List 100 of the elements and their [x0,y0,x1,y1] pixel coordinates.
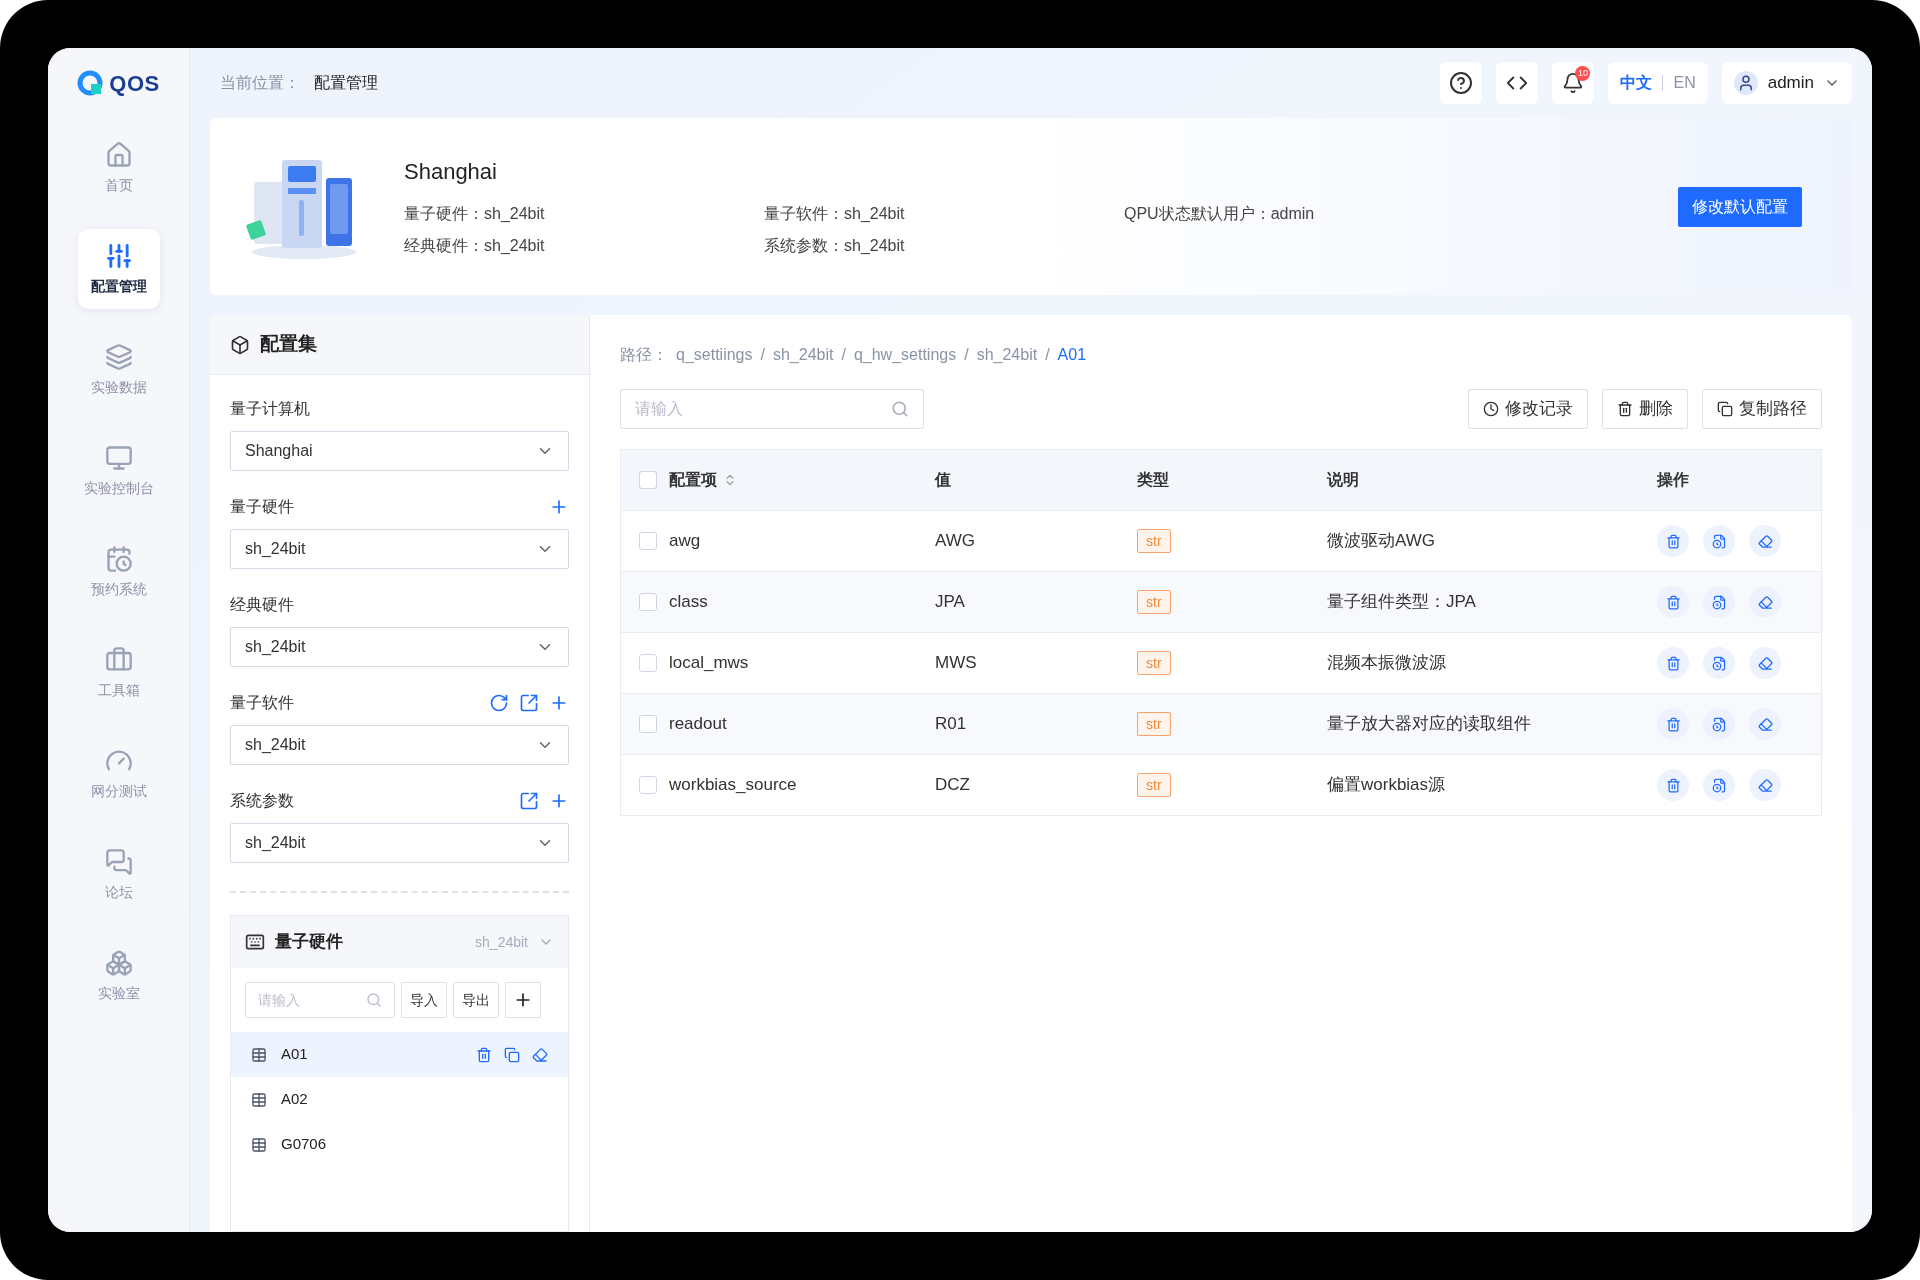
path-segment[interactable]: q_hw_settings [853,343,957,367]
edit-default-button[interactable]: 修改默认配置 [1678,186,1802,227]
language-option[interactable]: EN [1673,71,1696,95]
edit-button[interactable] [1749,708,1781,740]
sidebar-item[interactable]: 实验控制台 [77,431,160,511]
trash-icon[interactable] [476,1046,492,1063]
delete-button[interactable] [1657,708,1689,740]
language-option[interactable]: 中文 [1620,71,1653,95]
field-label: 系统参数 [230,791,294,811]
table-cell-text: JPA [935,591,966,614]
select-field[interactable]: sh_24bit [230,529,569,569]
delete-button[interactable] [1657,769,1689,801]
file-clock-icon [1711,594,1727,610]
eraser-icon [1757,533,1773,549]
select-field[interactable]: sh_24bit [230,823,569,863]
trash-icon [1665,716,1681,732]
table-cell-text: 微波驱动AWG [1327,530,1436,553]
path-separator: / [1045,345,1050,365]
column-header: 类型 [1137,470,1169,490]
search-icon [366,992,382,1008]
tree-item[interactable]: G0706 [231,1122,568,1167]
tree-version: sh_24bit [475,932,528,952]
table-cell-text: DCZ [935,774,971,797]
file-clock-icon [1711,655,1727,671]
checkbox[interactable] [639,776,657,794]
sidebar-item[interactable]: 实验室 [77,936,160,1016]
select-field[interactable]: sh_24bit [230,627,569,667]
summary-field: 量子硬件：sh_24bit [404,202,764,226]
edit-button[interactable] [1749,769,1781,801]
tree-item[interactable]: A02 [231,1077,568,1122]
edit-icon[interactable] [532,1046,548,1063]
file-clock-icon [1711,716,1727,732]
search-icon [891,400,909,418]
refresh-icon[interactable] [489,693,509,713]
external-link-icon[interactable] [519,693,539,713]
help-button[interactable] [1440,62,1483,104]
history-button[interactable] [1703,769,1735,801]
checkbox[interactable] [639,715,657,733]
table-cell-text: awg [669,530,701,553]
file-clock-icon [1711,533,1727,549]
logo-icon [77,70,104,96]
delete-button[interactable] [1657,647,1689,679]
table-cell-text: 量子组件类型：JPA [1327,591,1477,614]
notification-button[interactable]: 10 [1552,62,1595,104]
sidebar-item[interactable]: 配置管理 [77,229,160,309]
external-link-icon[interactable] [519,791,539,811]
eraser-icon [1757,716,1773,732]
path-segment[interactable]: sh_24bit [976,343,1038,367]
user-menu[interactable]: admin [1721,62,1852,104]
checkbox[interactable] [639,593,657,611]
eraser-icon [1757,777,1773,793]
summary-field: 经典硬件：sh_24bit [404,234,764,258]
cube-icon [230,334,250,355]
tree-action-button[interactable]: 导入 [401,982,447,1018]
column-header: 值 [935,470,951,490]
select-field[interactable]: Shanghai [230,431,569,471]
avatar-icon [1733,71,1758,95]
checkbox[interactable] [639,471,657,489]
toolbar-button[interactable]: 复制路径 [1702,389,1822,429]
delete-button[interactable] [1657,586,1689,618]
code-button[interactable] [1496,62,1539,104]
sidebar-item[interactable]: 工具箱 [77,633,160,713]
path-segment[interactable]: sh_24bit [772,343,834,367]
edit-button[interactable] [1749,586,1781,618]
history-button[interactable] [1703,647,1735,679]
copy-icon[interactable] [504,1046,520,1063]
sidebar-item[interactable]: 论坛 [77,835,160,915]
delete-button[interactable] [1657,525,1689,557]
tree-item[interactable]: A01 [231,1032,568,1077]
history-button[interactable] [1703,708,1735,740]
sidebar-item[interactable]: 网分测试 [77,734,160,814]
sidebar-item[interactable]: 预约系统 [77,532,160,612]
field-label: 量子硬件 [230,497,294,517]
path-segment[interactable]: A01 [1057,343,1087,367]
trash-icon [1665,533,1681,549]
table-cell-text: workbias_source [669,774,797,797]
eraser-icon [1757,655,1773,671]
eraser-icon [1757,594,1773,610]
checkbox[interactable] [639,532,657,550]
path-label: 路径： [620,345,668,365]
sidebar-item[interactable]: 实验数据 [77,330,160,410]
tree-action-button[interactable]: 导出 [453,982,499,1018]
trash-icon [1617,401,1633,417]
table-cell-text: 混频本振微波源 [1327,652,1447,675]
table-cell-text: AWG [935,530,976,553]
checkbox[interactable] [639,654,657,672]
history-button[interactable] [1703,525,1735,557]
add-button[interactable] [505,982,541,1018]
history-button[interactable] [1703,586,1735,618]
toolbar-button[interactable]: 删除 [1602,389,1688,429]
select-field[interactable]: sh_24bit [230,725,569,765]
path-segment[interactable]: q_settiings [676,343,753,367]
briefcase-icon [104,645,133,674]
trash-icon [1665,777,1681,793]
summary-title: Shanghai [404,158,498,186]
table-cell-text: R01 [935,713,968,736]
edit-button[interactable] [1749,525,1781,557]
edit-button[interactable] [1749,647,1781,679]
toolbar-button[interactable]: 修改记录 [1468,389,1588,429]
sidebar-item[interactable]: 首页 [77,128,160,208]
